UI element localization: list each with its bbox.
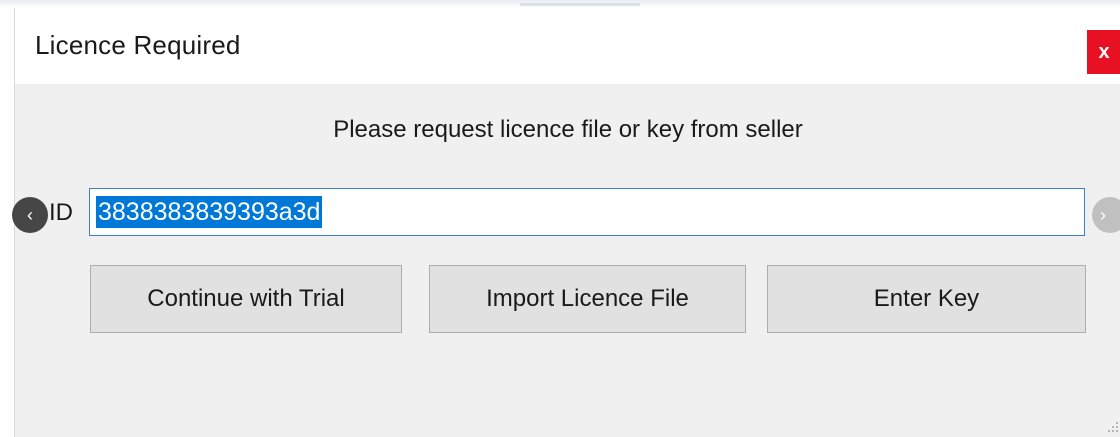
background-accent: [520, 3, 640, 6]
id-label: ID: [49, 199, 73, 226]
carousel-next-icon[interactable]: ›: [1092, 197, 1120, 233]
close-button[interactable]: x: [1087, 30, 1120, 74]
dialog-title: Licence Required: [35, 30, 241, 60]
continue-with-trial-button[interactable]: Continue with Trial: [90, 265, 402, 333]
background-strip: [0, 0, 1120, 8]
instruction-message: Please request licence file or key from …: [333, 116, 803, 143]
title-bar: Licence Required x: [15, 8, 1120, 84]
import-licence-file-button[interactable]: Import Licence File: [429, 265, 746, 333]
id-input[interactable]: 3838383839393a3d: [89, 188, 1085, 236]
resize-grip-icon[interactable]: [1105, 419, 1119, 433]
id-value-selected: 3838383839393a3d: [96, 196, 323, 228]
enter-key-button[interactable]: Enter Key: [767, 265, 1086, 333]
carousel-prev-icon[interactable]: ‹: [12, 197, 48, 233]
licence-dialog: Licence Required x Please request licenc…: [14, 8, 1120, 437]
